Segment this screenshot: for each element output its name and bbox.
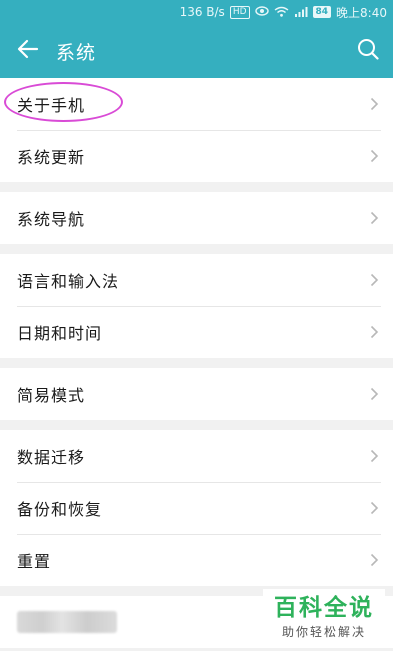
search-icon xyxy=(357,38,379,64)
settings-group: 简易模式 xyxy=(0,368,393,420)
settings-item-simple-mode[interactable]: 简易模式 xyxy=(0,368,393,420)
settings-item-label: 数据迁移 xyxy=(17,448,86,467)
settings-item-system-update[interactable]: 系统更新 xyxy=(0,130,393,182)
chevron-right-icon xyxy=(367,149,381,163)
watermark-title: 百科全说 xyxy=(274,594,374,621)
settings-item-label: 简易模式 xyxy=(17,386,86,405)
battery-icon: 84 xyxy=(312,6,332,18)
eye-icon xyxy=(254,6,269,18)
chevron-right-icon xyxy=(367,387,381,401)
settings-item-label: 日期和时间 xyxy=(17,324,103,343)
settings-group: 数据迁移 备份和恢复 重置 xyxy=(0,430,393,586)
wifi-icon xyxy=(274,6,289,19)
network-speed: 136 B/s xyxy=(179,5,225,19)
back-arrow-icon xyxy=(17,39,39,63)
clock: 晚上8:40 xyxy=(336,5,387,20)
page-title: 系统 xyxy=(56,41,97,64)
chevron-right-icon xyxy=(367,273,381,287)
settings-item-label: 语言和输入法 xyxy=(17,272,120,291)
chevron-right-icon xyxy=(367,553,381,567)
settings-item-label: 系统更新 xyxy=(17,148,86,167)
signal-icon xyxy=(294,6,308,19)
settings-item-label: 系统导航 xyxy=(17,210,86,229)
chevron-right-icon xyxy=(367,211,381,225)
settings-item-label: 备份和恢复 xyxy=(17,500,103,519)
search-button[interactable] xyxy=(353,36,383,66)
app-bar: 系统 xyxy=(0,24,393,78)
watermark-subtitle: 助你轻松解决 xyxy=(281,624,366,639)
settings-item-data-migration[interactable]: 数据迁移 xyxy=(0,430,393,482)
back-button[interactable] xyxy=(0,24,56,78)
chevron-right-icon xyxy=(367,501,381,515)
settings-list: 关于手机 系统更新 系统导航 语言和输入法 日期和时间 简易模式 数据迁移 备份… xyxy=(0,78,393,651)
chevron-right-icon xyxy=(367,449,381,463)
settings-item-reset[interactable]: 重置 xyxy=(0,534,393,586)
settings-item-label: 重置 xyxy=(17,552,52,571)
watermark-logo: 百科全说 助你轻松解决 xyxy=(263,589,385,645)
settings-item-about-phone[interactable]: 关于手机 xyxy=(0,78,393,130)
blurred-label xyxy=(17,611,117,633)
settings-item-language-input[interactable]: 语言和输入法 xyxy=(0,254,393,306)
settings-group: 关于手机 系统更新 xyxy=(0,78,393,182)
settings-item-backup-restore[interactable]: 备份和恢复 xyxy=(0,482,393,534)
settings-group: 系统导航 xyxy=(0,192,393,244)
settings-item-system-navigation[interactable]: 系统导航 xyxy=(0,192,393,244)
settings-group: 语言和输入法 日期和时间 xyxy=(0,254,393,358)
settings-item-label: 关于手机 xyxy=(17,96,86,115)
chevron-right-icon xyxy=(367,325,381,339)
settings-item-date-time[interactable]: 日期和时间 xyxy=(0,306,393,358)
hd-icon: HD xyxy=(229,5,250,19)
status-bar: 136 B/s HD 84 晚上8:40 xyxy=(0,0,393,24)
chevron-right-icon xyxy=(367,97,381,111)
